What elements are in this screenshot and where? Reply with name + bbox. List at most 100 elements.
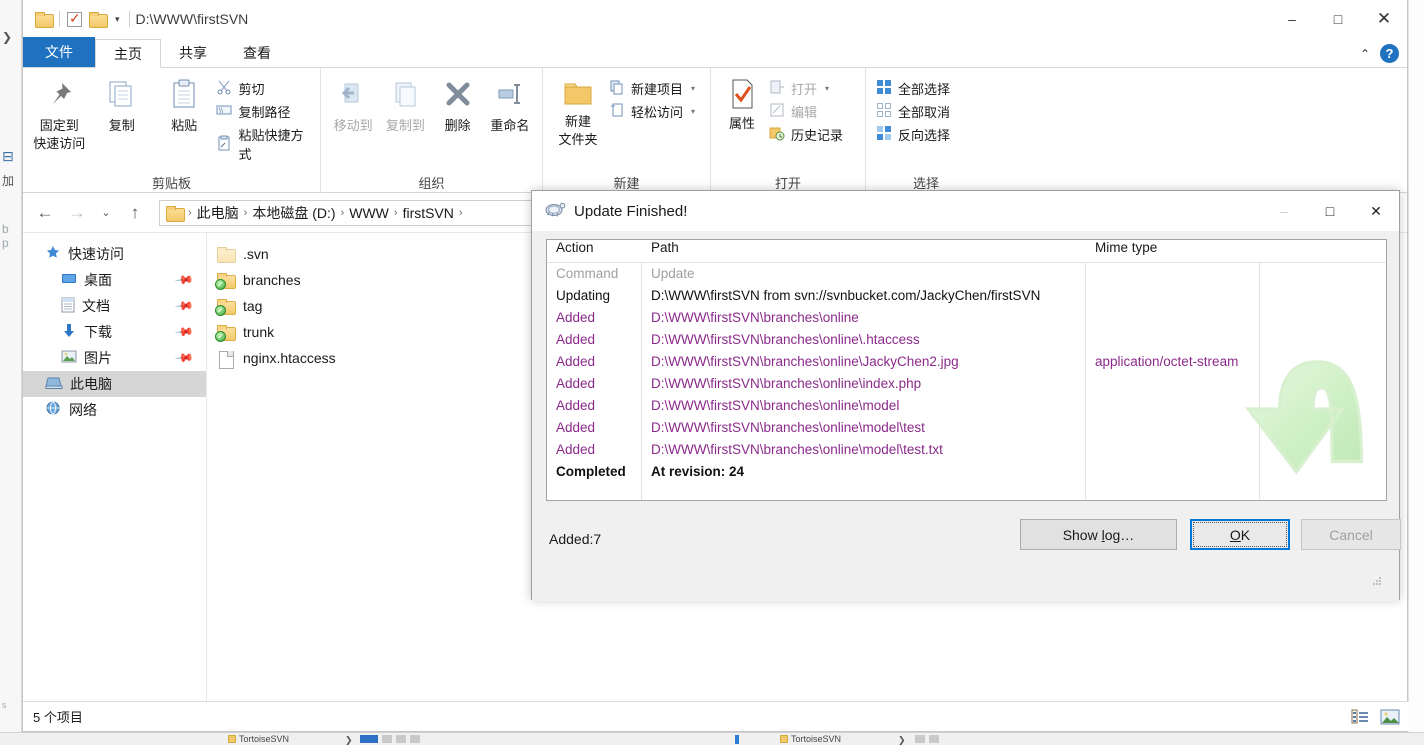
select-none-button[interactable]: 全部取消 xyxy=(876,102,950,121)
table-row[interactable]: Added D:\WWW\firstSVN\branches\online\.h… xyxy=(547,329,1386,351)
pin-icon[interactable]: 📌 xyxy=(174,348,194,368)
breadcrumb-item-this-pc[interactable]: 此电脑 xyxy=(197,203,239,223)
pin-icon[interactable]: 📌 xyxy=(174,322,194,342)
cell-mime: application/octet-stream xyxy=(1095,354,1239,369)
breadcrumb-item-firstsvn[interactable]: firstSVN xyxy=(403,205,454,221)
edit-button[interactable]: 编辑 xyxy=(769,102,843,121)
window-controls[interactable]: – □ ✕ xyxy=(1269,0,1407,38)
customize-caret-icon[interactable]: ▾ xyxy=(113,14,122,25)
ribbon-right-controls[interactable]: ⌃ ? xyxy=(1360,44,1399,63)
chevron-down-icon[interactable]: ▾ xyxy=(825,84,829,93)
log-list-header[interactable]: Action Path Mime type xyxy=(547,240,1386,263)
resize-grip-icon[interactable] xyxy=(1370,573,1382,585)
table-row[interactable]: Completed At revision: 24 xyxy=(547,461,1386,483)
taskbar-thumbnail-6[interactable] xyxy=(929,735,939,743)
tab-home[interactable]: 主页 xyxy=(95,39,161,68)
delete-button[interactable]: 删除 xyxy=(432,76,484,134)
chevron-down-icon[interactable]: ▾ xyxy=(691,107,695,116)
table-row[interactable]: Added D:\WWW\firstSVN\branches\online\Ja… xyxy=(547,351,1386,373)
sidebar-item-network[interactable]: 网络 xyxy=(23,397,206,423)
dialog-maximize-button[interactable]: □ xyxy=(1307,191,1353,231)
history-button[interactable]: 历史记录 xyxy=(769,125,843,144)
taskbar-item-tortoisesvn-2[interactable]: TortoiseSVN xyxy=(780,734,841,744)
copy-path-button[interactable]: \\ 复制路径 xyxy=(216,102,314,121)
breadcrumb-item-local-disk[interactable]: 本地磁盘 (D:) xyxy=(252,203,335,223)
properties-button[interactable]: 属性 xyxy=(717,76,767,132)
properties-check-icon[interactable] xyxy=(67,10,82,27)
rename-button[interactable]: 重命名 xyxy=(484,76,536,134)
breadcrumb-item-www[interactable]: WWW xyxy=(349,205,389,221)
table-row[interactable]: Added D:\WWW\firstSVN\branches\online xyxy=(547,307,1386,329)
cut-button[interactable]: 剪切 xyxy=(216,79,314,98)
copy-to-button[interactable]: 复制到 xyxy=(379,76,431,134)
new-folder-button[interactable]: 新建 文件夹 xyxy=(549,76,607,148)
pin-icon[interactable]: 📌 xyxy=(174,296,194,316)
select-all-button[interactable]: 全部选择 xyxy=(876,79,950,98)
taskbar-item-tortoisesvn-1[interactable]: TortoiseSVN xyxy=(228,734,289,744)
sidebar-item-desktop[interactable]: 桌面 📌 xyxy=(23,267,206,293)
open-button[interactable]: 打开 ▾ xyxy=(769,79,843,98)
sidebar-item-quick-access[interactable]: 快速访问 xyxy=(23,241,206,267)
log-list[interactable]: Action Path Mime type Command Update Upd… xyxy=(546,239,1387,501)
table-row[interactable]: Updating D:\WWW\firstSVN from svn://svnb… xyxy=(547,285,1386,307)
dialog-close-button[interactable]: ✕ xyxy=(1353,191,1399,231)
back-button[interactable]: ← xyxy=(31,199,59,227)
sidebar-item-downloads[interactable]: 下载 📌 xyxy=(23,319,206,345)
sidebar-item-this-pc[interactable]: 此电脑 xyxy=(23,371,206,397)
folder-icon xyxy=(780,735,788,743)
taskbar-thumbnail-1[interactable] xyxy=(360,735,378,743)
button-label-2: 快速访问 xyxy=(33,135,86,151)
paste-shortcut-button[interactable]: 粘贴快捷方式 xyxy=(216,125,314,163)
sidebar-item-documents[interactable]: 文档 📌 xyxy=(23,293,206,319)
collapse-ribbon-icon[interactable]: ⌃ xyxy=(1360,47,1370,61)
pin-icon[interactable]: 📌 xyxy=(174,270,194,290)
view-mode-buttons[interactable] xyxy=(1349,707,1401,727)
invert-selection-button[interactable]: 反向选择 xyxy=(876,125,950,144)
move-to-button[interactable]: 移动到 xyxy=(327,76,379,134)
tab-file[interactable]: 文件 xyxy=(23,37,95,67)
forward-button[interactable]: → xyxy=(63,199,91,227)
tab-share[interactable]: 共享 xyxy=(161,38,225,67)
large-icons-view-icon[interactable] xyxy=(1379,707,1401,727)
cell-action: Added xyxy=(556,398,596,413)
ok-button[interactable]: OK xyxy=(1190,519,1290,550)
taskbar[interactable]: TortoiseSVN ❯ TortoiseSVN ❯ xyxy=(0,732,1424,745)
dialog-window-controls[interactable]: – □ ✕ xyxy=(1261,191,1399,231)
maximize-button[interactable]: □ xyxy=(1315,0,1361,38)
bg-glyph-1: ⊟ xyxy=(2,148,14,164)
sidebar-item-pictures[interactable]: 图片 📌 xyxy=(23,345,206,371)
up-button[interactable]: ↑ xyxy=(121,199,149,227)
column-header-action[interactable]: Action xyxy=(547,240,641,255)
taskbar-thumbnail-4[interactable] xyxy=(410,735,420,743)
minimize-button[interactable]: – xyxy=(1269,0,1315,38)
table-row[interactable]: Command Update xyxy=(547,263,1386,285)
dialog-minimize-button[interactable]: – xyxy=(1261,191,1307,231)
folder-icon[interactable] xyxy=(35,12,54,28)
table-row[interactable]: Added D:\WWW\firstSVN\branches\online\mo… xyxy=(547,395,1386,417)
pin-to-quick-access-button[interactable]: 固定到 快速访问 xyxy=(29,76,89,152)
table-row[interactable]: Added D:\WWW\firstSVN\branches\online\mo… xyxy=(547,439,1386,461)
table-row[interactable]: Added D:\WWW\firstSVN\branches\online\in… xyxy=(547,373,1386,395)
ribbon-tab-strip[interactable]: 文件 主页 共享 查看 ⌃ ? xyxy=(23,37,1407,68)
show-log-button[interactable]: Show log… xyxy=(1020,519,1177,550)
new-folder-quick-icon[interactable] xyxy=(89,12,108,28)
column-header-mime[interactable]: Mime type xyxy=(1085,240,1157,255)
new-item-button[interactable]: 新建项目 ▾ xyxy=(609,79,695,98)
easy-access-button[interactable]: 轻松访问 ▾ xyxy=(609,102,695,121)
close-button[interactable]: ✕ xyxy=(1361,0,1407,38)
help-icon[interactable]: ? xyxy=(1380,44,1399,63)
quick-access-toolbar[interactable]: ▾ xyxy=(35,10,130,28)
details-view-icon[interactable] xyxy=(1349,707,1371,727)
taskbar-thumbnail-2[interactable] xyxy=(382,735,392,743)
recent-locations-button[interactable]: ⌄ xyxy=(95,199,117,227)
copy-button[interactable]: 复制 xyxy=(91,76,151,134)
table-row[interactable]: Added D:\WWW\firstSVN\branches\online\mo… xyxy=(547,417,1386,439)
breadcrumb-separator-trailing[interactable]: › xyxy=(459,207,463,219)
column-header-path[interactable]: Path xyxy=(641,240,1085,255)
chevron-down-icon[interactable]: ▾ xyxy=(691,84,695,93)
tab-view[interactable]: 查看 xyxy=(225,38,289,67)
taskbar-thumbnail-3[interactable] xyxy=(396,735,406,743)
taskbar-thumbnail-5[interactable] xyxy=(915,735,925,743)
paste-button[interactable]: 粘贴 xyxy=(154,76,214,134)
navigation-pane[interactable]: 快速访问 桌面 📌 文档 📌 下载 📌 图片 📌 此电脑 网络 xyxy=(23,233,207,703)
